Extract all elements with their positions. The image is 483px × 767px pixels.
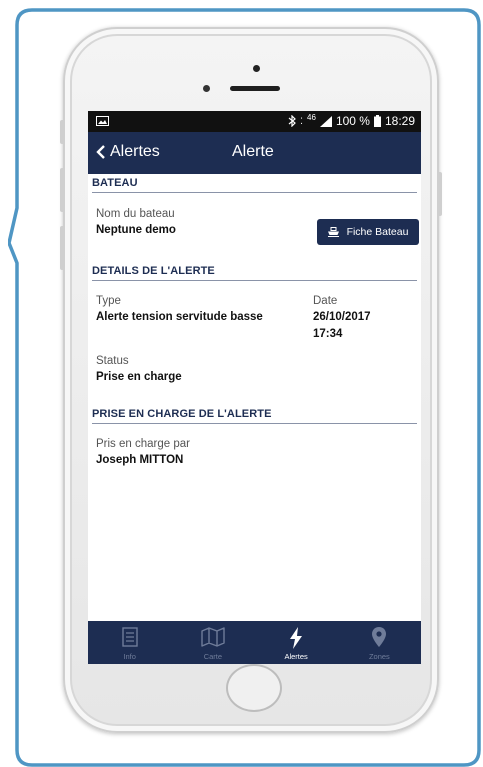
type-value: Alerte tension servitude basse [96,311,263,323]
app-screen: ⁚ 46 100 % 18:29 Alertes Alerte BATEAU N… [88,111,421,664]
earpiece-speaker [230,86,280,91]
location-pin-icon [372,627,387,647]
handled-by-label: Pris en charge par [96,438,190,450]
boat-sheet-label: Fiche Bateau [346,226,409,238]
volume-down-button [60,226,65,270]
status-bar: ⁚ 46 100 % 18:29 [88,111,421,132]
proximity-sensor [203,85,210,92]
time-value: 17:34 [313,328,343,340]
info-icon [121,627,138,647]
boat-name-label: Nom du bateau [96,208,175,220]
map-icon [201,627,225,647]
volume-up-button [60,168,65,212]
tab-carte[interactable]: Carte [171,621,254,664]
handled-by-value: Joseph MITTON [96,454,184,466]
tab-zones[interactable]: Zones [338,621,421,664]
date-value: 26/10/2017 [313,311,371,323]
tab-info-label: Info [123,652,136,661]
boat-icon [327,227,339,237]
back-button[interactable]: Alertes [96,143,160,161]
section-bateau-title: BATEAU [92,177,417,193]
tab-info[interactable]: Info [88,621,171,664]
section-details-title: DETAILS DE L'ALERTE [92,265,417,281]
network-type: 46 [307,112,316,122]
tab-zones-label: Zones [368,652,390,661]
battery-percent: 100 % [335,114,370,128]
date-label: Date [313,295,338,307]
type-label: Type [96,295,121,307]
navigation-bar: Alertes Alerte [88,132,421,174]
signal-icon [319,115,332,127]
home-button[interactable] [226,664,282,712]
image-notification-icon [96,116,109,126]
status-right: ⁚ 46 100 % 18:29 [288,112,415,128]
mute-switch [60,120,65,144]
page-title: Alerte [232,143,274,160]
tab-alertes-label: Alertes [284,652,308,661]
battery-icon [373,115,381,127]
status-label: Status [96,355,129,367]
chevron-left-icon [96,145,105,159]
section-prise-title: PRISE EN CHARGE DE L'ALERTE [92,408,417,424]
boat-sheet-button[interactable]: Fiche Bateau [317,219,419,245]
tab-alertes[interactable]: Alertes [255,621,338,664]
vibrate-icon: ⁚ [300,115,304,126]
status-value: Prise en charge [96,371,182,383]
clock: 18:29 [384,114,415,128]
lightning-icon [290,627,303,649]
front-camera [253,65,260,72]
tab-bar: Info Carte Alertes Zones [88,621,421,664]
boat-name-value: Neptune demo [96,224,176,236]
power-button [437,172,442,216]
tab-carte-label: Carte [203,652,223,661]
bluetooth-icon [288,115,297,127]
back-label: Alertes [110,143,160,160]
